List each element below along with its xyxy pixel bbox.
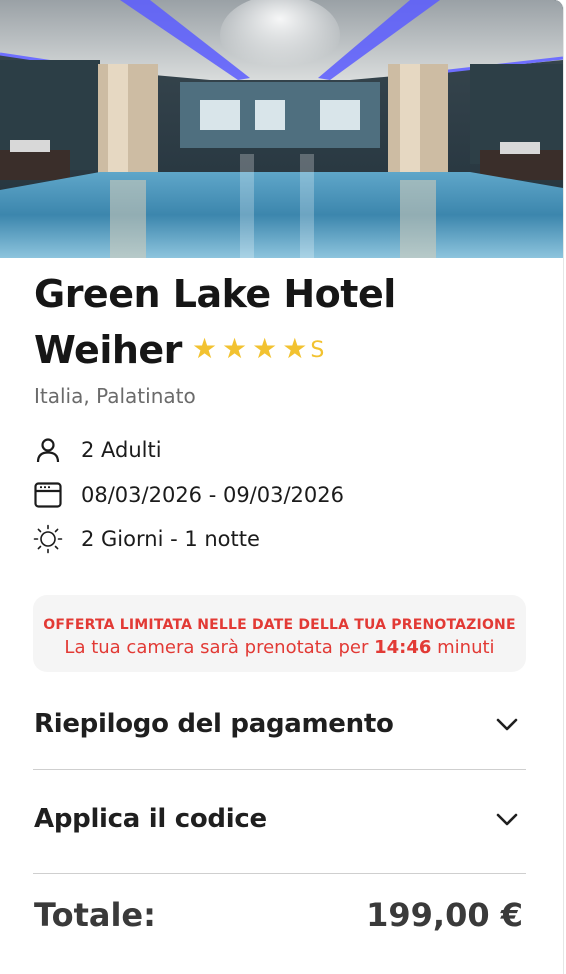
payment-summary-label: Riepilogo del pagamento (34, 709, 394, 739)
apply-code-label: Applica il codice (34, 804, 267, 834)
payment-summary-toggle[interactable]: Riepilogo del pagamento (33, 694, 526, 754)
offer-text-before: La tua camera sarà prenotata per (64, 637, 375, 658)
calendar-icon (33, 480, 63, 510)
hotel-location: Italia, Palatinato (34, 384, 196, 408)
duration-text: 2 Giorni - 1 notte (81, 527, 260, 551)
total-label: Totale: (34, 896, 156, 934)
limited-offer-banner: OFFERTA LIMITATA NELLE DATE DELLA TUA PR… (33, 595, 526, 672)
chevron-down-icon (496, 718, 518, 731)
guests-row: 2 Adulti (33, 434, 162, 466)
hotel-name-line1: Green Lake Hotel (34, 272, 396, 316)
duration-row: 2 Giorni - 1 notte (33, 523, 260, 555)
offer-countdown: 14:46 (374, 637, 432, 658)
user-icon (33, 435, 63, 465)
star-rating-suffix: S (310, 337, 324, 363)
divider (33, 873, 526, 874)
hotel-name: Green Lake Hotel Weiher ★★★★S (34, 266, 534, 381)
star-rating: ★★★★ (191, 331, 313, 365)
divider (33, 769, 526, 770)
apply-code-toggle[interactable]: Applica il codice (33, 789, 526, 849)
total-price: 199,00 € (366, 896, 523, 934)
booking-summary-card: Green Lake Hotel Weiher ★★★★S Italia, Pal… (0, 0, 564, 974)
hotel-photo (0, 0, 563, 258)
chevron-down-icon (496, 813, 518, 826)
guests-text: 2 Adulti (81, 438, 162, 462)
dates-row: 08/03/2026 - 09/03/2026 (33, 479, 344, 511)
offer-text-after: minuti (431, 637, 495, 658)
offer-title: OFFERTA LIMITATA NELLE DATE DELLA TUA PR… (43, 617, 516, 633)
hotel-name-line2: Weiher (34, 328, 182, 372)
sun-icon (33, 524, 63, 554)
offer-text: La tua camera sarà prenotata per 14:46 m… (33, 637, 526, 658)
dates-text: 08/03/2026 - 09/03/2026 (81, 483, 345, 507)
